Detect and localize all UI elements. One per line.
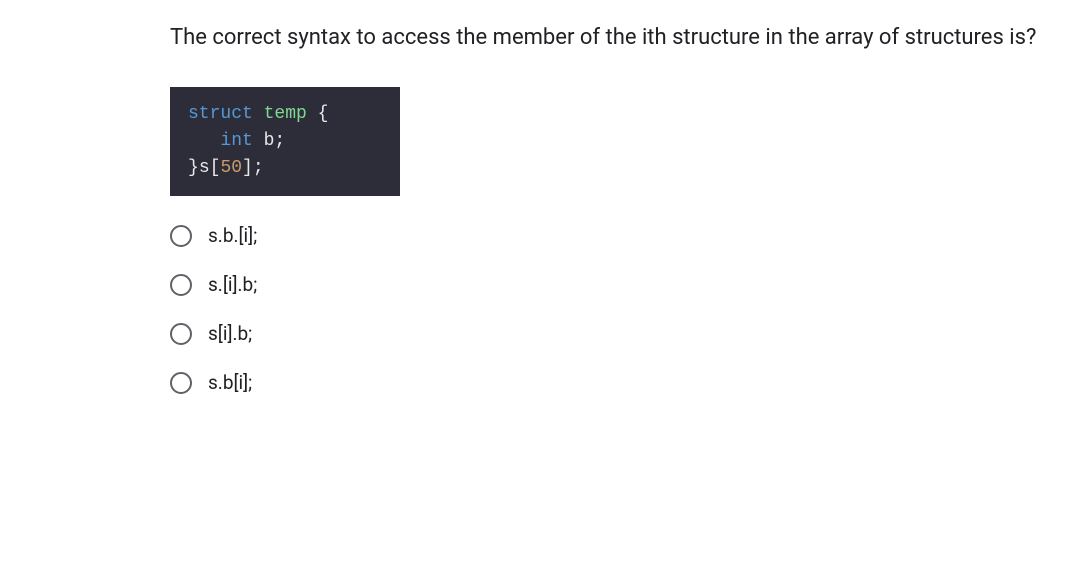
code-block: struct temp { int b; }s[50]; (170, 87, 400, 196)
option-label: s.b.[i]; (208, 224, 257, 247)
code-line-2: int b; (188, 128, 378, 155)
variable-s: s (199, 158, 210, 178)
option-3[interactable]: s[i].b; (170, 322, 1080, 345)
option-2[interactable]: s.[i].b; (170, 273, 1080, 296)
number-50: 50 (220, 158, 242, 178)
options-group: s.b.[i]; s.[i].b; s[i].b; s.b[i]; (170, 224, 1080, 394)
radio-icon (170, 372, 192, 394)
bracket-close: ]; (242, 158, 264, 178)
code-line-3: }s[50]; (188, 155, 378, 182)
option-label: s[i].b; (208, 322, 252, 345)
indent (188, 131, 220, 151)
variable-b: b; (253, 131, 285, 151)
code-line-1: struct temp { (188, 101, 378, 128)
keyword-int: int (220, 131, 252, 151)
brace-close: } (188, 158, 199, 178)
option-label: s.b[i]; (208, 371, 252, 394)
bracket-open: [ (210, 158, 221, 178)
radio-icon (170, 225, 192, 247)
radio-icon (170, 323, 192, 345)
option-label: s.[i].b; (208, 273, 257, 296)
brace-open: { (318, 104, 329, 124)
question-text: The correct syntax to access the member … (170, 20, 1040, 55)
option-4[interactable]: s.b[i]; (170, 371, 1080, 394)
identifier-temp: temp (253, 104, 318, 124)
radio-icon (170, 274, 192, 296)
keyword-struct: struct (188, 104, 253, 124)
option-1[interactable]: s.b.[i]; (170, 224, 1080, 247)
